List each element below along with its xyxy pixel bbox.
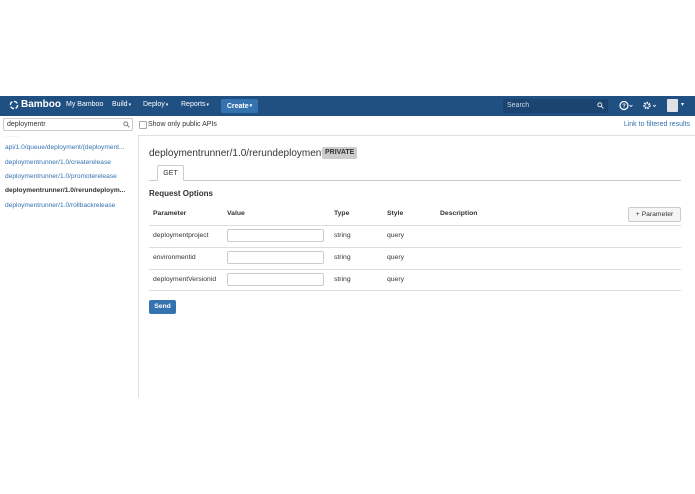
row-divider [149,247,681,248]
send-button[interactable]: Send [149,300,176,314]
page-title: deploymentrunner/1.0/rerundeployment [149,148,325,159]
param-type: string [334,232,351,239]
api-filter-input[interactable]: deploymentr [3,118,133,131]
column-header-parameter: Parameter [153,210,187,217]
param-type: string [334,276,351,283]
column-header-description: Description [440,210,478,217]
sidebar-item-rerundeployment[interactable]: deploymentrunner/1.0/rerundeploym... [5,187,135,194]
nav-build-label: Build [112,101,128,108]
nav-reports-label: Reports [181,101,206,108]
chevron-down-icon: ▾ [249,103,253,109]
param-value-input[interactable] [227,273,324,286]
logo-text: Bamboo [21,99,61,110]
column-header-value: Value [227,210,245,217]
search-icon [597,102,604,109]
param-style: query [387,254,405,261]
api-detail-panel: deploymentrunner/1.0/rerundeployment PRI… [138,135,695,398]
create-button[interactable]: Create ▾ [221,99,258,113]
sidebar-scroll-fragment: · · · · · [5,135,19,140]
param-name: deploymentVersionid [153,276,217,283]
chevron-down-icon: ▾ [165,102,169,108]
param-name: environmentid [153,254,196,261]
chevron-down-icon: ▾ [681,102,685,108]
param-value-input[interactable] [227,251,324,264]
top-navigation-bar: Bamboo My Bamboo Build▾ Deploy▾ Reports▾… [0,96,695,116]
search-placeholder: Search [507,102,530,109]
bamboo-logo-icon [9,100,19,109]
column-header-style: Style [387,210,404,217]
plus-icon: + [635,211,640,218]
sidebar-item-rollbackrelease[interactable]: deploymentrunner/1.0/rollbackrelease [5,202,135,209]
row-divider [149,269,681,270]
search-icon [123,121,130,128]
link-to-filtered-results[interactable]: Link to filtered results [624,121,690,128]
add-parameter-button[interactable]: + Parameter [628,207,681,222]
param-name: deploymentproject [153,232,209,239]
filter-bar: deploymentr Show only public APIs Link t… [0,116,695,136]
status-badge: PRIVATE [322,147,358,159]
column-header-type: Type [334,210,350,217]
nav-my-bamboo[interactable]: My Bamboo [66,101,103,108]
nav-reports[interactable]: Reports▾ [181,101,209,108]
nav-deploy-label: Deploy [143,101,165,108]
help-icon[interactable]: ? [619,100,633,111]
param-value-input[interactable] [227,229,324,242]
avatar[interactable] [667,99,678,112]
sidebar-item-promoterelease[interactable]: deploymentrunner/1.0/promoterelease [5,173,135,180]
bamboo-logo[interactable]: Bamboo [9,99,61,110]
chevron-down-icon: ▾ [128,102,132,108]
tab-divider [149,180,681,181]
nav-deploy[interactable]: Deploy▾ [143,101,168,108]
add-parameter-label: Parameter [641,211,674,218]
param-type: string [334,254,351,261]
row-divider [149,225,681,226]
api-sidebar: · · · · · api/1.0/queue/deployment/{depl… [0,135,139,398]
section-title: Request Options [149,189,214,198]
param-style: query [387,232,405,239]
row-divider [149,290,681,291]
param-style: query [387,276,405,283]
show-public-checkbox[interactable] [139,121,147,129]
create-button-label: Create [226,102,249,110]
tab-get[interactable]: GET [157,165,184,181]
show-public-label: Show only public APIs [148,121,217,128]
nav-build[interactable]: Build▾ [112,101,131,108]
gear-icon[interactable] [642,100,657,111]
nav-my-bamboo-label: My Bamboo [66,101,104,108]
sidebar-item-createrelease[interactable]: deploymentrunner/1.0/createrelease [5,159,135,166]
search-input[interactable]: Search [503,99,608,113]
chevron-down-icon: ▾ [206,102,210,108]
sidebar-item-queue-deployment[interactable]: api/1.0/queue/deployment/{deployment... [5,144,135,151]
